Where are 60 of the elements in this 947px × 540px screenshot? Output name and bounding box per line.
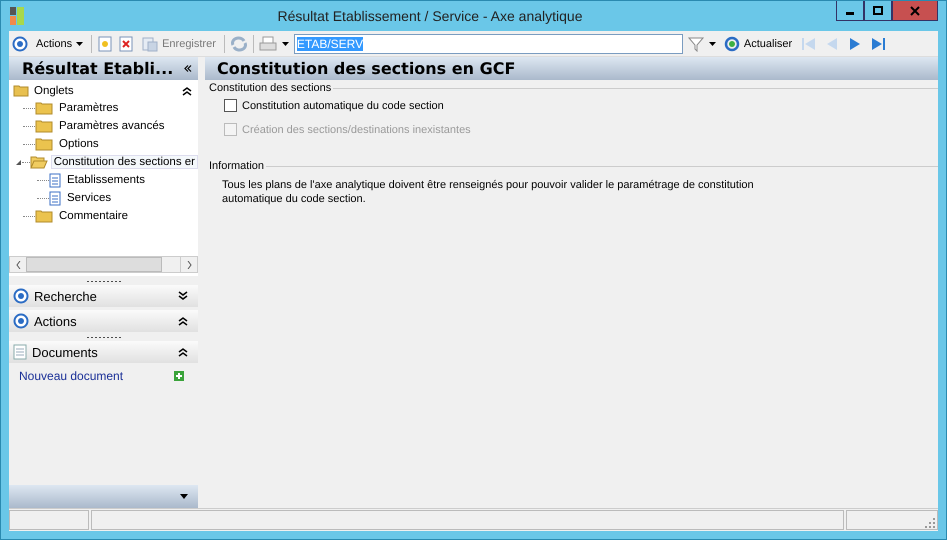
expand-arrow-icon[interactable] xyxy=(15,158,22,166)
maximize-button[interactable] xyxy=(864,1,892,21)
radio-icon xyxy=(13,313,29,329)
folder-icon xyxy=(35,101,53,115)
app-logo-icon xyxy=(10,7,24,25)
tree-item[interactable]: Commentaire xyxy=(56,209,132,223)
group-legend: Information xyxy=(209,160,264,172)
caret-icon xyxy=(76,42,84,46)
checkbox[interactable] xyxy=(224,99,237,112)
window-title: Résultat Etablissement / Service - Axe analytique xyxy=(276,8,584,24)
folder-icon xyxy=(35,209,53,223)
folder-icon xyxy=(35,137,53,151)
new-document-icon[interactable] xyxy=(97,36,114,52)
tree-root-label[interactable]: Onglets xyxy=(34,84,177,96)
tree-item[interactable]: Options xyxy=(56,137,102,151)
folder-icon xyxy=(13,84,29,97)
folder-icon xyxy=(35,119,53,133)
section-chevron-icon[interactable] xyxy=(178,316,188,326)
close-icon xyxy=(910,6,920,16)
scroll-left-icon[interactable] xyxy=(16,260,20,268)
information-text: Tous les plans de l'axe analytique doivent être renseignés pour pouvoir valider le paramétrage de constitution automatique du code section. xyxy=(222,178,755,206)
delete-document-icon[interactable] xyxy=(118,36,134,52)
refresh-icon xyxy=(724,36,740,52)
tree-item[interactable]: Paramètres avancés xyxy=(56,119,168,133)
dropdown-caret-icon[interactable] xyxy=(282,42,289,46)
dropdown-caret-icon[interactable] xyxy=(708,42,716,46)
resize-grip-icon[interactable] xyxy=(925,518,935,528)
minimize-button[interactable] xyxy=(836,1,864,21)
close-button[interactable] xyxy=(892,1,938,21)
radio-icon xyxy=(12,36,28,52)
sidebar-title: Résultat Etabli... xyxy=(22,59,174,78)
save-icon xyxy=(142,36,158,52)
tree-item[interactable]: Constitution des sections er xyxy=(50,155,198,169)
new-document-link[interactable]: Nouveau document xyxy=(19,369,124,383)
add-icon[interactable] xyxy=(174,371,184,381)
open-folder-icon xyxy=(30,155,48,169)
checkbox-label[interactable]: Constitution automatique du code section xyxy=(242,100,444,112)
collapse-panel-icon[interactable] xyxy=(184,65,192,72)
minimize-icon xyxy=(846,12,854,15)
scroll-right-icon[interactable] xyxy=(186,260,192,268)
refresh-button[interactable]: Actualiser xyxy=(720,36,796,52)
actions-menu-button[interactable]: Actions xyxy=(33,38,86,50)
caret-icon[interactable] xyxy=(180,494,188,499)
tree-item[interactable]: Paramètres xyxy=(56,101,122,115)
filter-icon[interactable] xyxy=(688,36,704,52)
document-icon xyxy=(49,172,61,188)
last-record-icon[interactable] xyxy=(869,36,888,52)
radio-icon xyxy=(13,288,29,304)
tree-item[interactable]: Etablissements xyxy=(64,173,148,187)
section-chevron-icon[interactable] xyxy=(178,291,188,301)
group-legend: Constitution des sections xyxy=(209,82,332,94)
page-title: Constitution des sections en GCF xyxy=(217,59,516,78)
maximize-icon xyxy=(873,6,883,16)
document-icon xyxy=(49,190,61,206)
collapse-chevron-icon[interactable] xyxy=(182,86,192,96)
document-icon xyxy=(13,344,27,360)
section-chevron-icon[interactable] xyxy=(178,347,188,357)
horizontal-scrollbar[interactable] xyxy=(9,256,198,273)
tree-item[interactable]: Services xyxy=(64,191,114,205)
printer-icon[interactable] xyxy=(258,36,277,52)
